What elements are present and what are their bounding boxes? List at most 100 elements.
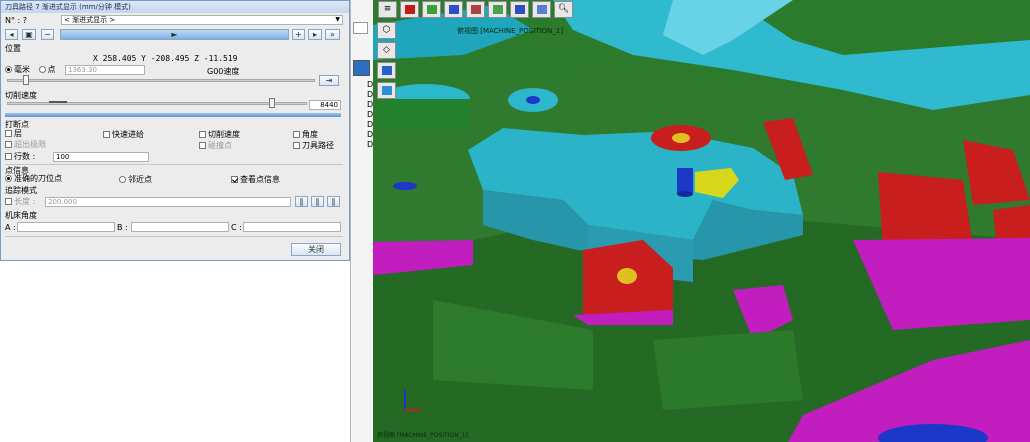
unit-mm-label: 毫米 <box>14 65 30 74</box>
separator <box>5 164 343 165</box>
magnifier-icon: 🔍︎ <box>557 4 570 14</box>
strip-layer-icon[interactable] <box>353 60 370 76</box>
wireframe-view-button[interactable]: ⬡ <box>377 22 396 39</box>
over-limit-label: 超出极限 <box>14 140 46 149</box>
c-label: C : <box>231 223 242 232</box>
close-button[interactable]: 关闭 <box>291 243 341 256</box>
point-value-field[interactable]: 1363.30 <box>65 65 145 75</box>
step-forward-button[interactable]: ▸ <box>308 29 322 40</box>
length-value-field[interactable]: 200.000 <box>45 197 291 207</box>
angle-option: 角度 <box>293 129 318 140</box>
view-side-cube-button[interactable] <box>488 1 507 18</box>
cube-icon <box>492 5 503 14</box>
point-info-row: 准确的刀位点 <box>5 174 343 184</box>
trace-button-2[interactable]: ∥ <box>311 196 324 207</box>
chevron-down-icon: ▼ <box>335 16 340 23</box>
outline-view-button[interactable]: ◇ <box>377 42 396 59</box>
rows-checkbox[interactable] <box>5 153 12 160</box>
length-checkbox[interactable] <box>5 198 12 205</box>
view-info-checkbox[interactable] <box>231 176 238 183</box>
g00-slider-thumb[interactable] <box>23 75 29 85</box>
b-angle-field[interactable] <box>131 222 229 232</box>
side-strip: DDDDDDD <box>350 0 373 442</box>
trace-mode-label: 追踪模式 <box>5 186 37 195</box>
rapid-checkbox[interactable] <box>103 131 110 138</box>
rapid-label: 快速进给 <box>112 130 144 139</box>
g00-speed-slider[interactable] <box>7 79 315 82</box>
display-mode-dropdown[interactable]: < 渐进式显示 > ▼ <box>61 15 343 25</box>
machine-angle-label: 机床角度 <box>5 211 37 220</box>
toolpath-option: 刀具路径 <box>293 140 334 151</box>
fast-forward-button[interactable]: » <box>325 29 340 40</box>
play-icon: ► <box>171 30 178 39</box>
view-info-option: 查看点信息 <box>231 174 280 185</box>
exact-point-radio[interactable] <box>5 175 12 182</box>
g00-speed-label: G00速度 <box>207 67 240 76</box>
g00-slider-end-button[interactable]: ⇥ <box>319 75 339 86</box>
n-label: N° : ? <box>5 16 28 25</box>
view-rotate-button[interactable] <box>532 1 551 18</box>
feed-checkbox[interactable] <box>199 131 206 138</box>
toolpath-checkbox[interactable] <box>293 142 300 149</box>
rewind-button[interactable]: ◂ <box>5 29 18 40</box>
strip-button[interactable] <box>353 22 368 34</box>
toolpath-label: 刀具路径 <box>302 141 334 150</box>
zoom-button[interactable]: 🔍︎ <box>554 1 573 18</box>
menu-icon: ≡ <box>383 4 392 14</box>
unit-row: 毫米 点 <box>5 65 343 75</box>
a-label: A : <box>5 223 16 232</box>
3d-viewport[interactable]: ≡ 🔍︎ ⬡ ◇ 俯视图 [MACHINE_POSITION_1] 俯视图 [M… <box>373 0 1030 442</box>
plus-button[interactable]: + <box>292 29 305 40</box>
collision-label: 碰撞点 <box>208 141 232 150</box>
cube-icon <box>426 5 437 14</box>
feed-label: 切削速度 <box>5 91 37 100</box>
coordinates-readout: X 258.405 Y -208.495 Z -11.519 <box>93 54 238 63</box>
unit-point-radio[interactable] <box>38 66 46 73</box>
view-green-cube-button[interactable] <box>422 1 441 18</box>
cube-icon <box>404 5 415 14</box>
minus-button[interactable]: − <box>41 29 54 40</box>
collision-checkbox[interactable] <box>199 142 206 149</box>
dialog-title: 刀具路径 7 渐进式显示 (mm/分钟 模式) <box>1 1 349 13</box>
angle-label: 角度 <box>302 130 318 139</box>
wireframe-cube-icon: ⬡ <box>382 25 391 35</box>
position-label: 位置 <box>5 44 21 53</box>
a-angle-field[interactable] <box>17 222 115 232</box>
rows-value-field[interactable]: 100 <box>53 152 149 162</box>
view-blue-cube-button[interactable] <box>444 1 463 18</box>
shaded-view-button[interactable] <box>377 62 396 79</box>
cube-icon <box>536 5 547 14</box>
feed-slider-thumb[interactable] <box>269 98 275 108</box>
unit-point-label: 点 <box>47 65 56 74</box>
feed-slider-mark <box>49 101 67 103</box>
outline-cube-icon: ◇ <box>383 45 390 55</box>
collision-option: 碰撞点 <box>199 140 232 151</box>
near-point-label: 邻近点 <box>128 175 152 184</box>
rapid-option: 快速进给 <box>103 129 144 140</box>
c-angle-field[interactable] <box>243 222 341 232</box>
trace-button-3[interactable]: ∥ <box>327 196 340 207</box>
view-front-cube-button[interactable] <box>510 1 529 18</box>
b-label: B : <box>117 223 128 232</box>
play-button[interactable]: ► <box>60 29 289 40</box>
toolpath-progressive-dialog: 刀具路径 7 渐进式显示 (mm/分钟 模式) N° : ? < 渐进式显示 >… <box>0 0 350 261</box>
trace-button-1[interactable]: ∥ <box>295 196 308 207</box>
near-point-radio[interactable] <box>119 176 126 183</box>
unit-mm-radio[interactable] <box>5 66 12 73</box>
view-label-position: [MACHINE_POSITION_1] <box>480 27 564 35</box>
cube-icon <box>470 5 481 14</box>
cube-icon <box>514 5 525 14</box>
exact-point-label: 准确的刀位点 <box>14 174 62 183</box>
view-info-label: 查看点信息 <box>240 175 280 184</box>
feed-value-field[interactable]: 8440 <box>309 100 341 110</box>
cube-icon <box>448 5 459 14</box>
material-view-button[interactable] <box>377 82 396 99</box>
view-iso-cube-button[interactable] <box>466 1 485 18</box>
menu-button[interactable]: ≡ <box>378 1 397 18</box>
over-limit-checkbox[interactable] <box>5 141 12 148</box>
step-back-button[interactable]: ▣ <box>22 29 36 40</box>
view-red-cube-button[interactable] <box>400 1 419 18</box>
display-mode-value: < 渐进式显示 > <box>64 16 116 24</box>
angle-checkbox[interactable] <box>293 131 300 138</box>
layer-checkbox[interactable] <box>5 130 12 137</box>
